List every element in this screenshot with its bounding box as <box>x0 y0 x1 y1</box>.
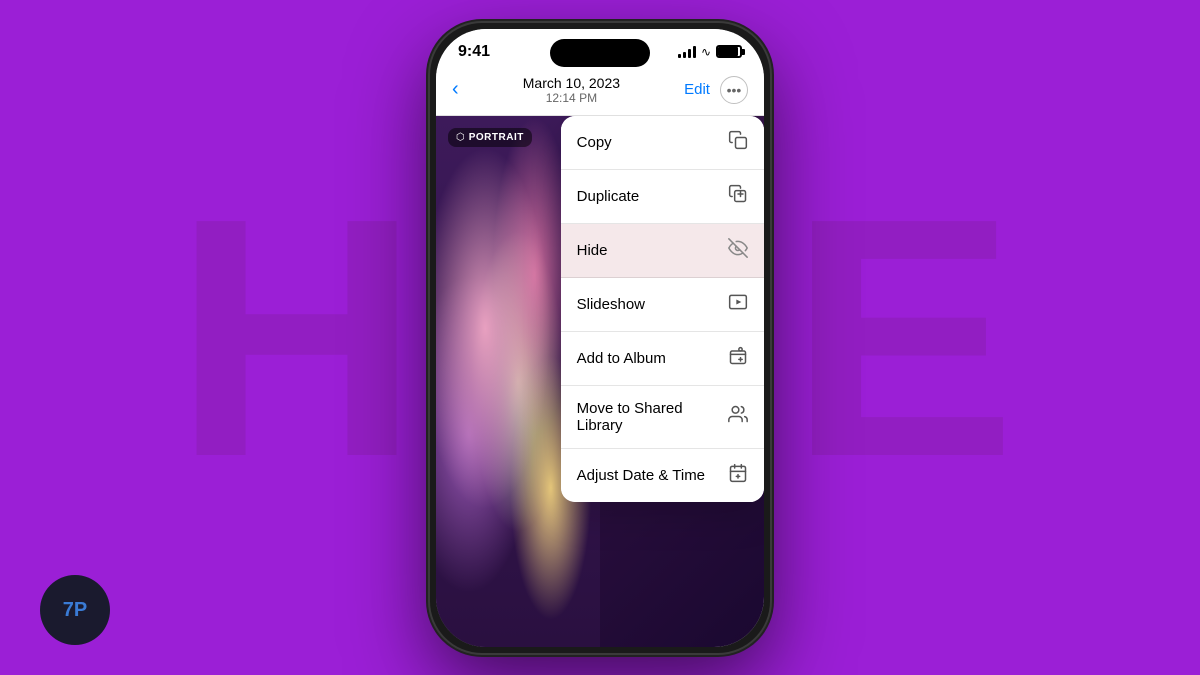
copy-icon <box>728 130 748 155</box>
dynamic-island <box>550 39 650 67</box>
menu-item-slideshow[interactable]: Slideshow <box>561 278 764 332</box>
menu-item-copy[interactable]: Copy <box>561 116 764 170</box>
context-menu: Copy Duplicate <box>561 116 764 502</box>
menu-item-hide[interactable]: Hide <box>561 224 764 278</box>
duplicate-icon <box>728 184 748 209</box>
add-album-icon <box>728 346 748 371</box>
menu-item-duplicate[interactable]: Duplicate <box>561 170 764 224</box>
shared-library-icon <box>728 404 748 429</box>
content-area: ⬡ PORTRAIT Copy Duplicate <box>436 116 764 647</box>
nav-actions: Edit ••• <box>684 76 748 104</box>
menu-item-shared-library[interactable]: Move to Shared Library <box>561 386 764 449</box>
nav-center: March 10, 2023 12:14 PM <box>523 75 620 105</box>
nav-bar: ‹ March 10, 2023 12:14 PM Edit ••• <box>436 69 764 116</box>
status-time: 9:41 <box>458 43 490 61</box>
status-icons: ∿ <box>678 45 742 59</box>
portrait-label: PORTRAIT <box>469 132 524 143</box>
slideshow-label: Slideshow <box>577 296 645 313</box>
menu-item-adjust-date[interactable]: Adjust Date & Time <box>561 449 764 502</box>
hide-icon <box>728 238 748 263</box>
nav-time: 12:14 PM <box>523 91 620 105</box>
status-bar: 9:41 ∿ <box>436 29 764 69</box>
duplicate-label: Duplicate <box>577 188 640 205</box>
back-button[interactable]: ‹ <box>452 78 459 101</box>
adjust-date-icon <box>728 463 748 488</box>
shared-library-label: Move to Shared Library <box>577 400 728 434</box>
logo-badge: 7P <box>40 575 110 645</box>
edit-button[interactable]: Edit <box>684 81 710 98</box>
adjust-date-label: Adjust Date & Time <box>577 467 705 484</box>
ellipsis-icon: ••• <box>727 82 742 98</box>
battery-icon <box>716 45 742 58</box>
portrait-badge: ⬡ PORTRAIT <box>448 128 532 147</box>
more-button[interactable]: ••• <box>720 76 748 104</box>
add-album-label: Add to Album <box>577 350 666 367</box>
signal-icon <box>678 46 696 58</box>
wifi-icon: ∿ <box>701 45 711 59</box>
menu-item-add-album[interactable]: Add to Album <box>561 332 764 386</box>
phone-screen: 9:41 ∿ ‹ March 10, 2023 12:14 PM Edit <box>436 29 764 647</box>
slideshow-icon <box>728 292 748 317</box>
nav-date: March 10, 2023 <box>523 75 620 91</box>
portrait-icon: ⬡ <box>456 132 465 143</box>
copy-label: Copy <box>577 134 612 151</box>
phone-frame: 9:41 ∿ ‹ March 10, 2023 12:14 PM Edit <box>430 23 770 653</box>
logo-text: 7P <box>63 599 87 622</box>
hide-label: Hide <box>577 242 608 259</box>
